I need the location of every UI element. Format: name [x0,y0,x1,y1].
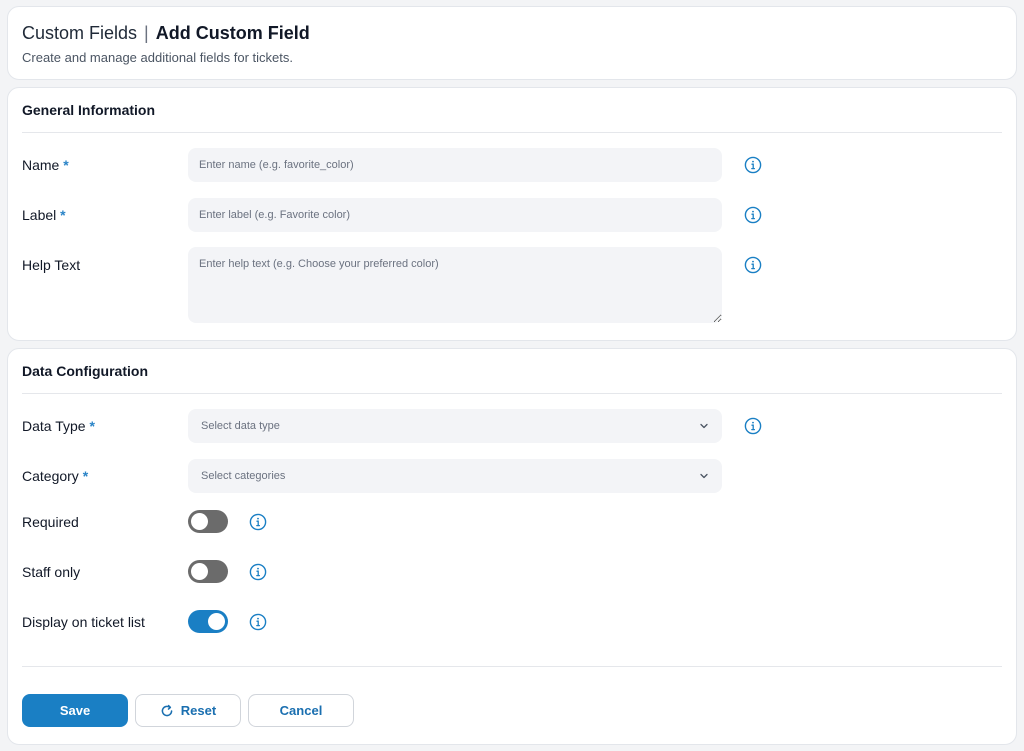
required-toggle[interactable] [188,510,228,533]
name-label: Name * [22,157,69,173]
display-on-ticket-list-toggle[interactable] [188,610,228,633]
page-title-sub: Add Custom Field [155,23,310,43]
section-divider [22,393,1002,394]
name-input[interactable] [188,148,722,182]
data-type-label: Data Type * [22,418,95,434]
help-text-info-icon[interactable] [744,256,762,274]
reset-button[interactable]: Reset [135,694,241,727]
required-marker: * [63,157,69,173]
toggle-knob [191,513,208,530]
page-title: Custom Fields | Add Custom Field [22,22,310,44]
chevron-down-icon [700,423,708,429]
toggle-knob [191,563,208,580]
required-info-icon[interactable] [249,513,267,531]
save-button[interactable]: Save [22,694,128,727]
required-marker: * [89,418,95,434]
name-info-icon[interactable] [744,156,762,174]
data-type-info-icon[interactable] [744,417,762,435]
category-label: Category * [22,468,88,484]
display-on-ticket-list-label: Display on ticket list [22,614,145,630]
help-text-textarea[interactable] [188,247,722,323]
staff-only-info-icon[interactable] [249,563,267,581]
label-field-label: Label * [22,207,66,223]
data-type-select[interactable]: Select data type [188,409,722,443]
help-text-label-text: Help Text [22,257,81,273]
cancel-button[interactable]: Cancel [248,694,354,727]
title-separator: | [144,23,149,43]
toggle-knob [208,613,225,630]
staff-only-label: Staff only [22,564,81,580]
section-divider [22,132,1002,133]
category-select[interactable]: Select categories [188,459,722,493]
staff-only-toggle[interactable] [188,560,228,583]
refresh-icon [161,704,173,716]
label-input[interactable] [188,198,722,232]
data-configuration-section: Data Configuration Data Type * Select da… [7,348,1017,745]
name-label-text: Name [22,157,60,173]
data-type-select-placeholder: Select data type [201,420,280,432]
label-info-icon[interactable] [744,206,762,224]
data-type-label-text: Data Type [22,418,86,434]
required-marker: * [60,207,66,223]
label-field-label-text: Label [22,207,57,223]
help-text-label: Help Text [22,257,80,273]
page-header: Custom Fields | Add Custom Field Create … [7,6,1017,80]
general-information-section: General Information Name * Label * Help … [7,87,1017,341]
section-title-data: Data Configuration [22,363,148,379]
chevron-down-icon [700,473,708,479]
page-description: Create and manage additional fields for … [22,50,293,65]
reset-button-label: Reset [180,703,217,718]
category-label-text: Category [22,468,79,484]
required-marker: * [82,468,89,484]
display-on-ticket-list-info-icon[interactable] [249,613,267,631]
required-label: Required [22,514,79,530]
page-title-main: Custom Fields [22,23,138,43]
actions-divider [22,666,1002,667]
section-title-general: General Information [22,102,156,118]
category-select-placeholder: Select categories [201,470,286,482]
